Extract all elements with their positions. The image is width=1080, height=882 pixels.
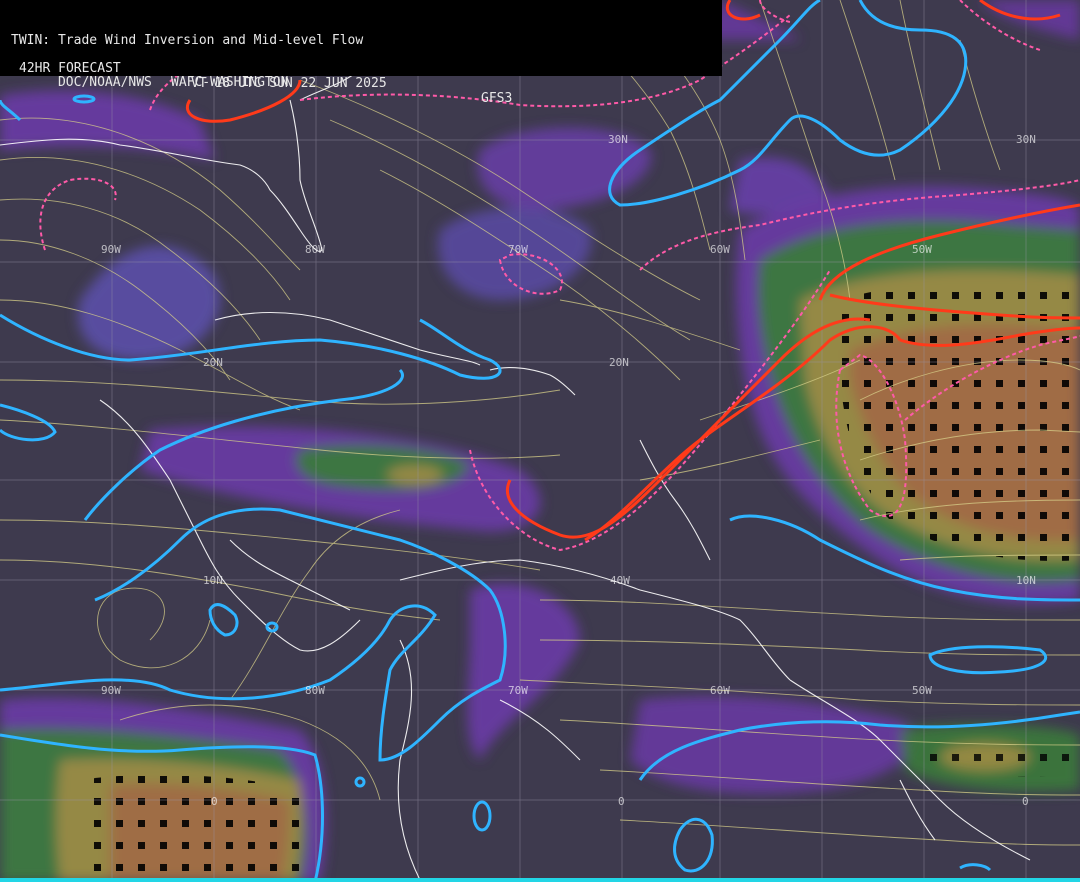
label-90w-a: 90W — [101, 243, 121, 256]
chart-title: TWIN: Trade Wind Inversion and Mid-level… — [11, 33, 364, 48]
agency-line: DOC/NOAA/NWS WAFC-WASHINGTON — [11, 60, 288, 105]
label-80w-b: 80W — [305, 684, 325, 697]
label-60w-b: 60W — [710, 684, 730, 697]
map-canvas: 30N 30N 20N 20N 10N 10N 0 0 0 90W 90W 80… — [0, 0, 1080, 882]
model-name: GFS3 — [481, 91, 513, 106]
chart-header: TWIN: Trade Wind Inversion and Mid-level… — [0, 0, 722, 106]
label-50w-a: 50W — [912, 243, 932, 256]
label-70w-a: 70W — [508, 243, 528, 256]
label-20n-b: 20N — [609, 356, 629, 369]
label-40w: 40W — [610, 574, 630, 587]
agency-name: DOC/NOAA/NWS — [57, 75, 152, 90]
label-0-a: 0 — [211, 795, 218, 808]
label-0-b: 0 — [618, 795, 625, 808]
label-10n-a: 10N — [203, 574, 223, 587]
label-70w-b: 70W — [508, 684, 528, 697]
label-80w-a: 80W — [305, 243, 325, 256]
label-60w-a: 60W — [710, 243, 730, 256]
label-30n-b: 30N — [1016, 133, 1036, 146]
label-20n-a: 20N — [203, 356, 223, 369]
label-30n-a: 30N — [608, 133, 628, 146]
center-name: WAFC-WASHINGTON — [171, 75, 289, 90]
label-90w-b: 90W — [101, 684, 121, 697]
twin-map: 30N 30N 20N 20N 10N 10N 0 0 0 90W 90W 80… — [0, 0, 1080, 882]
bottom-edge-bar — [0, 878, 1080, 882]
label-0-c: 0 — [1022, 795, 1029, 808]
label-50w-b: 50W — [912, 684, 932, 697]
label-10n-b: 10N — [1016, 574, 1036, 587]
